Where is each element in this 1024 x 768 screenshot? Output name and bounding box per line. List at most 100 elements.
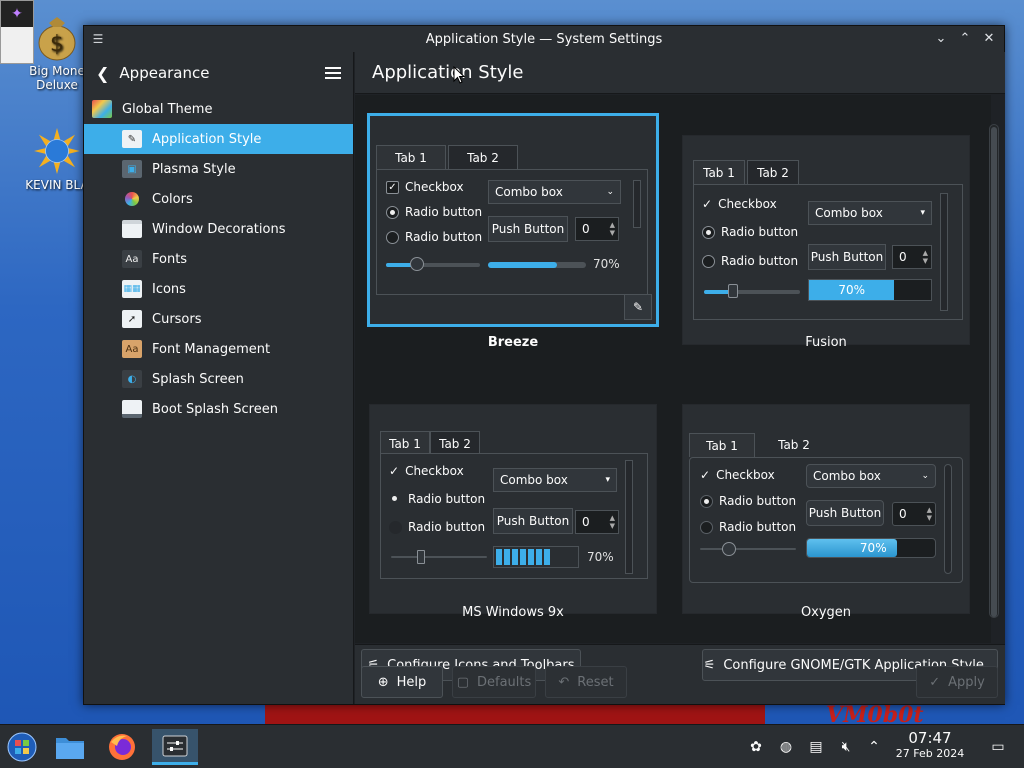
checkbox-icon: ✓ (386, 180, 399, 194)
system-settings-task-icon[interactable] (152, 729, 198, 765)
preview-progress-label: 70% (593, 257, 620, 271)
help-button[interactable]: ⊕ Help (361, 666, 443, 698)
defaults-icon: ▢ (456, 674, 469, 690)
chevron-down-icon: ▾ (605, 475, 610, 485)
sidebar-item-label: Cursors (152, 311, 202, 327)
updates-icon[interactable]: ✿ (744, 725, 768, 768)
preview-progress (493, 546, 579, 568)
edit-style-pencil-icon[interactable]: ✎ (624, 294, 652, 320)
sidebar-item-window-decorations[interactable]: Window Decorations (84, 214, 353, 244)
preview-checkbox-label: Checkbox (405, 180, 464, 194)
sidebar-item-cursors[interactable]: ➚ Cursors (84, 304, 353, 334)
style-card-oxygen[interactable]: Tab 1 Tab 2 ✓ Checkbox Radio button Radio… (682, 404, 970, 614)
window-decorations-icon (122, 220, 142, 238)
maximize-icon[interactable]: ⌃ (956, 29, 974, 47)
radio-icon (386, 230, 399, 244)
clock[interactable]: 07:47 27 Feb 2024 (888, 729, 972, 761)
defaults-button[interactable]: ▢ Defaults (452, 666, 536, 698)
preview-panel: ✓ Checkbox Radio button Radio button Comb… (376, 169, 648, 295)
slider-knob (722, 542, 736, 556)
application-launcher-icon[interactable] (2, 729, 42, 765)
preview-scrollbar (940, 193, 948, 311)
sidebar-item-font-management[interactable]: Aa Font Management (84, 334, 353, 364)
hamburger-menu-icon[interactable] (325, 64, 341, 82)
preview-spinbox: 0 ▲ ▼ (892, 502, 936, 526)
style-name-oxygen: Oxygen (800, 605, 852, 620)
radio-icon (389, 493, 402, 506)
sidebar-item-boot-splash-screen[interactable]: Boot Splash Screen (84, 394, 353, 424)
sidebar-item-application-style[interactable]: ✎ Application Style (84, 124, 353, 154)
file-manager-icon[interactable] (50, 729, 90, 765)
volume-muted-icon[interactable]: 🔇︎ (834, 725, 858, 768)
preview-radio-label: Radio button (408, 492, 486, 506)
money-bag-icon: $ (34, 14, 80, 61)
preview-combo: Combo box ▾ (493, 468, 617, 492)
sidebar-item-global-theme[interactable]: Global Theme (84, 94, 353, 124)
sidebar-item-label: Window Decorations (152, 221, 286, 237)
cursors-icon: ➚ (122, 310, 142, 328)
checkbox-icon: ✓ (389, 464, 400, 478)
back-arrow-icon[interactable]: ❮ (96, 64, 109, 83)
checkbox-icon: ✓ (700, 468, 711, 482)
preview-push-button: Push Button (806, 500, 884, 526)
network-icon[interactable]: ◍ (774, 725, 798, 768)
style-card-fusion[interactable]: Tab 1 Tab 2 ✓ Checkbox Radio button Radio… (682, 135, 970, 345)
preview-checkbox-label: Checkbox (716, 468, 775, 482)
firefox-icon[interactable] (102, 729, 142, 765)
clock-date: 27 Feb 2024 (895, 747, 965, 760)
show-desktop-icon[interactable]: ▭ (986, 725, 1010, 768)
style-name-ms-windows-9x: MS Windows 9x (462, 605, 564, 620)
preview-radio-label: Radio button (719, 494, 797, 508)
scrollbar-thumb[interactable] (991, 127, 997, 617)
sidebar-item-label: Icons (152, 281, 186, 297)
preview-slider (386, 263, 480, 267)
preview-progress: 70% (806, 538, 936, 558)
style-card-breeze[interactable]: Tab 1 Tab 2 ✓ Checkbox Radio button Radio… (367, 113, 659, 327)
main-content: Application Style Tab 1 Tab 2 ✓ Checkbox … (355, 52, 1005, 704)
radio-icon (386, 205, 399, 219)
preview-combo: Combo box ⌄ (488, 180, 621, 204)
preview-radio-label: Radio button (721, 254, 799, 268)
global-theme-icon (92, 100, 112, 118)
content-scrollbar[interactable] (989, 124, 999, 618)
sidebar-header: ❮ Appearance (84, 52, 353, 94)
slider-knob (728, 284, 738, 298)
minimize-icon[interactable]: ⌄ (932, 29, 950, 47)
preview-radio-label: Radio button (405, 205, 483, 219)
sidebar-item-fonts[interactable]: Aa Fonts (84, 244, 353, 274)
sidebar-item-label: Boot Splash Screen (152, 401, 278, 417)
system-settings-window: ☰ Application Style — System Settings ⌄ … (83, 25, 1005, 705)
sidebar-item-icons[interactable]: ▦▦ Icons (84, 274, 353, 304)
plasma-style-icon: ▣ (122, 160, 142, 178)
clipboard-icon[interactable]: ▤ (804, 725, 828, 768)
preview-checkbox-label: Checkbox (405, 464, 464, 478)
title-bar[interactable]: ☰ Application Style — System Settings ⌄ … (84, 26, 1004, 52)
preview-slider (700, 548, 796, 550)
sidebar-item-colors[interactable]: Colors (84, 184, 353, 214)
boot-splash-screen-icon (122, 400, 142, 418)
preview-push-button: Push Button (808, 244, 886, 270)
tray-expand-icon[interactable]: ⌃ (862, 725, 886, 768)
style-name-breeze: Breeze (487, 335, 539, 350)
checkbox-icon: ✓ (702, 197, 713, 211)
sidebar-item-label: Application Style (152, 131, 262, 147)
fonts-icon: Aa (122, 250, 142, 268)
sidebar-item-label: Colors (152, 191, 193, 207)
sidebar-item-splash-screen[interactable]: ◐ Splash Screen (84, 364, 353, 394)
preview-scrollbar (633, 180, 641, 228)
sidebar: ❮ Appearance Global Theme ✎ Application … (84, 52, 354, 704)
radio-icon (702, 254, 715, 268)
preview-progress (488, 262, 586, 268)
sidebar-title: Appearance (119, 64, 210, 82)
apply-button[interactable]: ✓ Apply (916, 666, 998, 698)
sidebar-item-plasma-style[interactable]: ▣ Plasma Style (84, 154, 353, 184)
help-icon: ⊕ (377, 674, 389, 690)
close-icon[interactable]: ✕ (980, 29, 998, 47)
slider-knob (417, 550, 425, 564)
splash-screen-icon: ◐ (122, 370, 142, 388)
svg-text:$: $ (50, 32, 64, 57)
reset-button[interactable]: ↶ Reset (545, 666, 627, 698)
window-title: Application Style — System Settings (425, 31, 663, 47)
settings-app-icon[interactable]: ☰ (90, 31, 106, 47)
style-card-ms-windows-9x[interactable]: Tab 1 Tab 2 ✓ Checkbox Radio button Radio… (369, 404, 657, 614)
